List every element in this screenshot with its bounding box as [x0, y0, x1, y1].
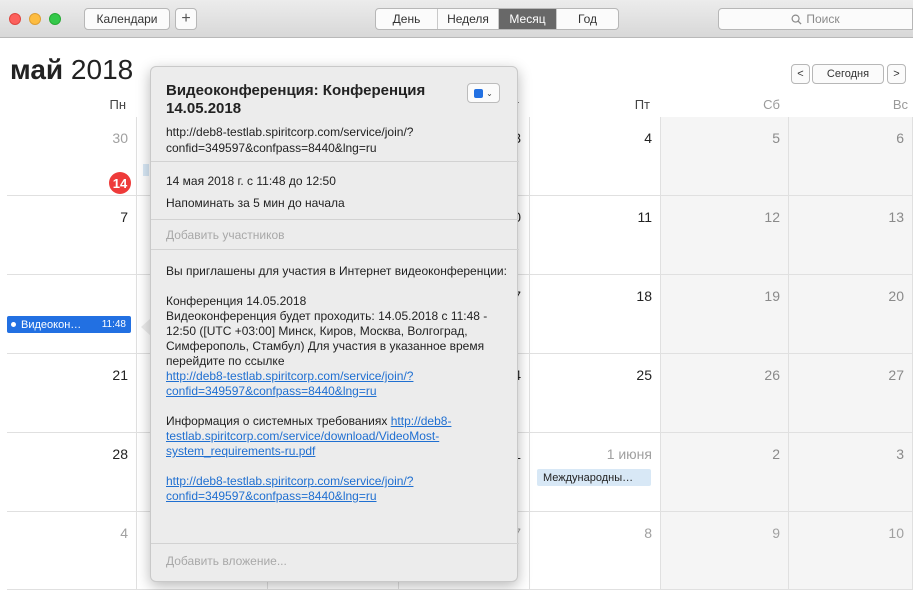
view-switcher: День Неделя Месяц Год	[375, 8, 619, 30]
invite-text: Вы приглашены для участия в Интернет вид…	[166, 264, 507, 278]
day-cell[interactable]: 5	[661, 117, 789, 196]
view-week-tab[interactable]: Неделя	[438, 9, 499, 29]
day-number: 28	[112, 446, 128, 462]
day-number: 26	[764, 367, 780, 383]
chevron-down-icon: ⌄	[486, 88, 493, 98]
day-number: 30	[112, 130, 128, 146]
event-peek	[143, 164, 149, 176]
event-title: Видеокон…	[21, 318, 82, 331]
day-cell[interactable]: 25	[530, 354, 661, 433]
day-number: 21	[112, 367, 128, 383]
day-number: 4	[120, 525, 128, 541]
day-cell[interactable]: 2	[661, 433, 789, 512]
day-cell[interactable]: 7	[7, 196, 137, 275]
day-cell[interactable]: 3	[789, 433, 913, 512]
day-number: 13	[888, 209, 904, 225]
day-cell[interactable]: 9	[661, 512, 789, 590]
event-location-url[interactable]: http://deb8-testlab.spiritcorp.com/servi…	[166, 124, 506, 156]
divider	[151, 161, 519, 162]
prev-month-button[interactable]: <	[791, 64, 810, 84]
weekday-header: Сб	[763, 97, 780, 112]
day-number: 9	[772, 525, 780, 541]
search-placeholder: Поиск	[806, 12, 840, 26]
day-number: 27	[888, 367, 904, 383]
month-title: май 2018	[10, 54, 133, 86]
weekday-header: Пн	[109, 97, 126, 112]
divider	[151, 249, 519, 250]
event-time: 11:48	[101, 319, 126, 330]
search-icon	[791, 14, 802, 25]
view-month-tab[interactable]: Месяц	[499, 9, 557, 29]
add-event-button[interactable]: +	[175, 8, 197, 30]
view-year-tab[interactable]: Год	[557, 9, 618, 29]
day-number: 1 июня	[606, 446, 652, 462]
selected-event[interactable]: Видеокон… 11:48	[7, 316, 131, 333]
sysreq-text: Информация о системных требованиях	[166, 414, 388, 428]
day-number: 7	[120, 209, 128, 225]
month-name: май	[10, 54, 64, 85]
sysreq-line: Информация о системных требованиях http:…	[166, 414, 511, 459]
day-cell[interactable]: 11	[530, 196, 661, 275]
minimize-window-button[interactable]	[29, 13, 41, 25]
day-number: 18	[636, 288, 652, 304]
view-day-tab[interactable]: День	[376, 9, 438, 29]
day-number: 4	[644, 130, 652, 146]
join-link[interactable]: http://deb8-testlab.spiritcorp.com/servi…	[166, 369, 413, 398]
event-alert[interactable]: Напоминать за 5 мин до начала	[166, 196, 345, 210]
weekday-header: Пт	[634, 97, 650, 112]
calendar-color-swatch	[474, 88, 484, 98]
conference-name: Конференция 14.05.2018	[166, 294, 307, 308]
day-number: 6	[896, 130, 904, 146]
today-date-badge: 14	[109, 172, 131, 194]
search-input[interactable]: Поиск	[718, 8, 913, 30]
day-cell[interactable]: 10	[789, 512, 913, 590]
day-cell[interactable]: 8	[530, 512, 661, 590]
add-participants-field[interactable]: Добавить участников	[166, 228, 285, 242]
today-button[interactable]: Сегодня	[812, 64, 884, 84]
add-attachment-field[interactable]: Добавить вложение...	[166, 554, 287, 568]
zoom-window-button[interactable]	[49, 13, 61, 25]
weekday-header: Вс	[892, 97, 908, 112]
day-number: 8	[644, 525, 652, 541]
close-window-button[interactable]	[9, 13, 21, 25]
divider	[151, 219, 519, 220]
day-cell[interactable]: 19	[661, 275, 789, 354]
event-title-heading[interactable]: Видеоконференция: Конференция 14.05.2018	[166, 82, 456, 118]
next-month-button[interactable]: >	[887, 64, 906, 84]
day-cell[interactable]: 4	[7, 512, 137, 590]
day-cell[interactable]: 20	[789, 275, 913, 354]
event-dot-icon	[11, 322, 16, 327]
day-cell[interactable]: 13	[789, 196, 913, 275]
day-number: 20	[888, 288, 904, 304]
year-label: 2018	[70, 54, 134, 85]
holiday-event[interactable]: Международны…	[537, 469, 651, 486]
day-cell[interactable]: 18	[530, 275, 661, 354]
day-number: 2	[772, 446, 780, 462]
event-notes[interactable]: Вы приглашены для участия в Интернет вид…	[166, 264, 511, 504]
divider	[151, 543, 519, 544]
day-number: 10	[888, 525, 904, 541]
join-link-2[interactable]: http://deb8-testlab.spiritcorp.com/servi…	[166, 474, 413, 503]
day-number: 12	[764, 209, 780, 225]
day-cell[interactable]: 27	[789, 354, 913, 433]
day-number: 25	[636, 367, 652, 383]
day-number: 5	[772, 130, 780, 146]
day-cell[interactable]: 28	[7, 433, 137, 512]
day-cell[interactable]: 21	[7, 354, 137, 433]
event-popover: Видеоконференция: Конференция 14.05.2018…	[150, 66, 519, 582]
window-toolbar: Календари + День Неделя Месяц Год Поиск	[0, 0, 913, 38]
day-cell[interactable]: 6	[789, 117, 913, 196]
day-number: 19	[764, 288, 780, 304]
day-cell[interactable]: 12	[661, 196, 789, 275]
day-number: 3	[896, 446, 904, 462]
event-date-time[interactable]: 14 мая 2018 г. с 11:48 до 12:50	[166, 174, 336, 188]
calendars-button[interactable]: Календари	[84, 8, 170, 30]
day-number: 11	[637, 209, 652, 225]
day-cell[interactable]: 4	[530, 117, 661, 196]
day-cell[interactable]	[7, 275, 137, 354]
calendar-color-picker[interactable]: ⌄	[467, 83, 500, 103]
day-cell[interactable]: 26	[661, 354, 789, 433]
conference-details: Видеоконференция будет проходить: 14.05.…	[166, 309, 488, 368]
